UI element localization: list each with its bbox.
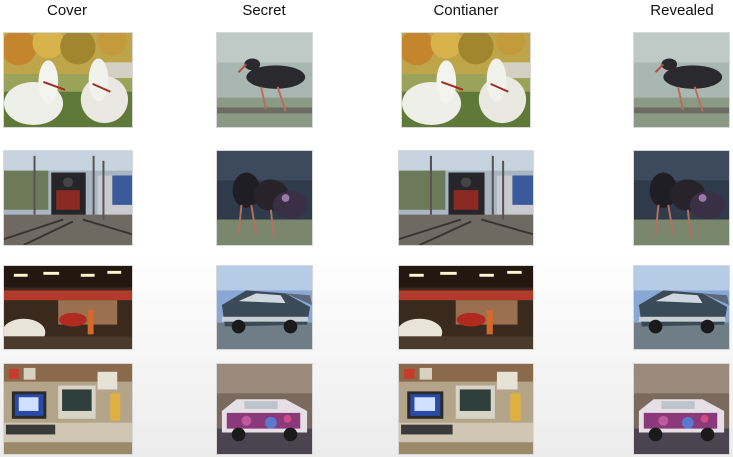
- cover-image-train: [3, 150, 133, 246]
- office-desk-picture: [4, 364, 132, 454]
- horses-picture: [402, 33, 530, 127]
- cover-image-horses: [3, 32, 133, 128]
- secret-image-storks-pair: [216, 150, 313, 246]
- car-picture: [217, 266, 312, 349]
- stork-picture: [217, 33, 312, 127]
- painted-car-picture: [217, 364, 312, 454]
- horses-picture: [4, 33, 132, 127]
- column-header-revealed: Revealed: [650, 2, 714, 19]
- train-station-picture: [4, 151, 132, 245]
- garage-picture: [4, 266, 132, 349]
- cover-image-office: [3, 363, 133, 455]
- secret-image-car: [216, 265, 313, 350]
- painted-car-picture: [634, 364, 729, 454]
- secret-image-stork: [216, 32, 313, 128]
- column-header-cover: Cover: [46, 2, 88, 19]
- revealed-image-stork: [633, 32, 730, 128]
- train-station-picture: [399, 151, 533, 245]
- revealed-image-car: [633, 265, 730, 350]
- garage-picture: [399, 266, 533, 349]
- cover-image-garage: [3, 265, 133, 350]
- storks-pair-picture: [634, 151, 729, 245]
- container-image-train: [398, 150, 534, 246]
- secret-image-painted-car: [216, 363, 313, 455]
- revealed-image-storks-pair: [633, 150, 730, 246]
- car-picture: [634, 266, 729, 349]
- office-desk-picture: [399, 364, 533, 454]
- revealed-image-painted-car: [633, 363, 730, 455]
- stork-picture: [634, 33, 729, 127]
- container-image-horses: [401, 32, 531, 128]
- container-image-office: [398, 363, 534, 455]
- storks-pair-picture: [217, 151, 312, 245]
- column-header-container: Contianer: [433, 2, 499, 19]
- container-image-garage: [398, 265, 534, 350]
- column-header-secret: Secret: [242, 2, 286, 19]
